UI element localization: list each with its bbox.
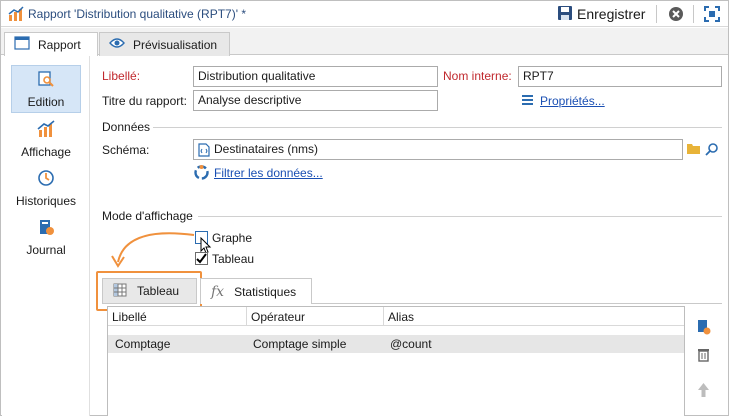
nav-item-historiques[interactable]: Historiques — [11, 165, 81, 213]
column-header[interactable]: Alias — [384, 307, 684, 326]
libelle-field[interactable]: Distribution qualitative — [193, 66, 438, 87]
toolbar-separator — [656, 5, 657, 23]
left-nav: Edition Affichage Historiques Journal — [2, 56, 90, 416]
section-divider — [198, 216, 722, 217]
save-label: Enregistrer — [577, 6, 646, 22]
add-row-icon[interactable] — [696, 319, 711, 338]
schema-icon — [198, 143, 210, 159]
subtab-underline — [312, 303, 722, 304]
nav-label: Edition — [27, 95, 65, 109]
title-bar: Rapport 'Distribution qualitative (RPT7)… — [1, 1, 728, 27]
tableau-label: Tableau — [212, 252, 255, 266]
proprietes-link[interactable]: Propriétés... — [540, 94, 605, 108]
nom-interne-field[interactable]: RPT7 — [518, 66, 722, 87]
save-button[interactable]: Enregistrer — [557, 3, 645, 25]
maximize-icon[interactable] — [704, 6, 720, 25]
checkmark-icon — [196, 253, 207, 264]
toolbar-separator — [693, 5, 694, 23]
fx-icon: fx — [211, 283, 225, 300]
nav-label: Affichage — [21, 145, 71, 159]
arrow-up-icon[interactable] — [697, 382, 710, 401]
tableau-checkbox[interactable] — [195, 252, 208, 265]
tab-label: Prévisualisation — [133, 37, 218, 52]
table-cell: @count — [390, 337, 432, 351]
column-header[interactable]: Opérateur — [247, 307, 384, 326]
eye-icon — [109, 37, 125, 52]
table-cell: Comptage — [115, 337, 171, 351]
nav-label: Journal — [26, 243, 66, 257]
section-divider — [153, 127, 722, 128]
schema-value: Destinataires (nms) — [214, 142, 319, 156]
folder-icon[interactable] — [686, 142, 701, 158]
edit-search-icon — [37, 70, 55, 91]
stats-table[interactable]: Libellé Opérateur Alias Comptage Comptag… — [107, 306, 685, 416]
report-chart-icon — [8, 6, 24, 25]
table-row[interactable]: Comptage Comptage simple @count — [108, 335, 684, 353]
mode-section-title: Mode d'affichage — [102, 209, 193, 223]
tab-label: Rapport — [38, 37, 81, 52]
table-header: Libellé Opérateur Alias — [108, 307, 684, 326]
tab-previsualisation[interactable]: Prévisualisation — [99, 32, 230, 56]
nav-item-edition[interactable]: Edition — [11, 65, 81, 113]
schema-field[interactable]: Destinataires (nms) — [193, 139, 683, 160]
libelle-label: Libellé: — [102, 69, 141, 83]
column-header[interactable]: Libellé — [108, 307, 247, 326]
schema-label: Schéma: — [102, 143, 150, 157]
close-icon[interactable] — [668, 6, 684, 25]
trash-icon[interactable] — [697, 347, 710, 365]
annotation-arrow — [111, 232, 195, 268]
journal-icon — [37, 218, 55, 239]
report-editor-window: Rapport 'Distribution qualitative (RPT7)… — [0, 0, 729, 416]
subtab-label: Statistiques — [234, 284, 297, 299]
window-title: Rapport 'Distribution qualitative (RPT7)… — [28, 7, 247, 21]
nav-label: Historiques — [15, 194, 77, 208]
save-icon — [557, 5, 573, 24]
graphe-label: Graphe — [212, 231, 253, 245]
titre-label: Titre du rapport: — [102, 94, 187, 108]
filter-icon — [194, 165, 209, 183]
tab-rapport[interactable]: Rapport — [4, 32, 98, 56]
titre-field[interactable]: Analyse descriptive — [193, 90, 438, 111]
window-icon — [14, 36, 30, 53]
properties-icon — [521, 94, 534, 110]
highlight-box — [96, 271, 202, 311]
table-cell: Comptage simple — [253, 337, 347, 351]
history-icon — [37, 169, 55, 190]
nom-interne-label: Nom interne: — [443, 69, 512, 83]
filtrer-link[interactable]: Filtrer les données... — [214, 166, 323, 180]
subtab-statistiques[interactable]: fx Statistiques — [200, 278, 312, 304]
nav-item-journal[interactable]: Journal — [11, 214, 81, 262]
donnees-section-title: Données — [102, 120, 151, 134]
chart-icon — [37, 120, 55, 141]
main-tabbar: Rapport Prévisualisation — [1, 28, 728, 56]
search-icon[interactable] — [705, 142, 719, 159]
nav-item-affichage[interactable]: Affichage — [11, 116, 81, 164]
